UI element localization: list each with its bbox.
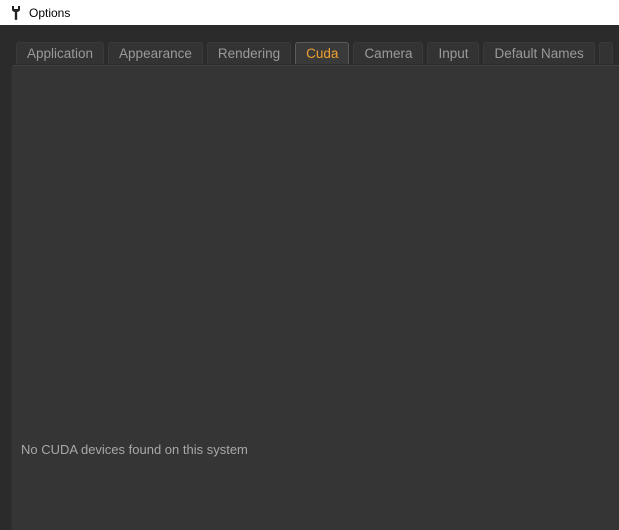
tab-rendering[interactable]: Rendering <box>206 42 292 64</box>
options-dialog: Application Appearance Rendering Cuda Ca… <box>0 25 619 530</box>
tab-default-names[interactable]: Default Names <box>483 42 595 64</box>
tab-overflow[interactable] <box>598 42 613 64</box>
no-cuda-devices-message: No CUDA devices found on this system <box>21 442 248 457</box>
title-bar: Options <box>0 0 619 25</box>
tab-camera[interactable]: Camera <box>353 42 424 64</box>
tab-bar: Application Appearance Rendering Cuda Ca… <box>16 42 619 65</box>
tab-cuda[interactable]: Cuda <box>295 42 350 64</box>
tab-appearance[interactable]: Appearance <box>108 42 203 64</box>
window-title: Options <box>29 5 71 20</box>
cuda-panel: No CUDA devices found on this system <box>11 65 619 530</box>
tab-application[interactable]: Application <box>16 42 105 64</box>
wrench-icon <box>10 5 22 21</box>
tab-input[interactable]: Input <box>427 42 480 64</box>
